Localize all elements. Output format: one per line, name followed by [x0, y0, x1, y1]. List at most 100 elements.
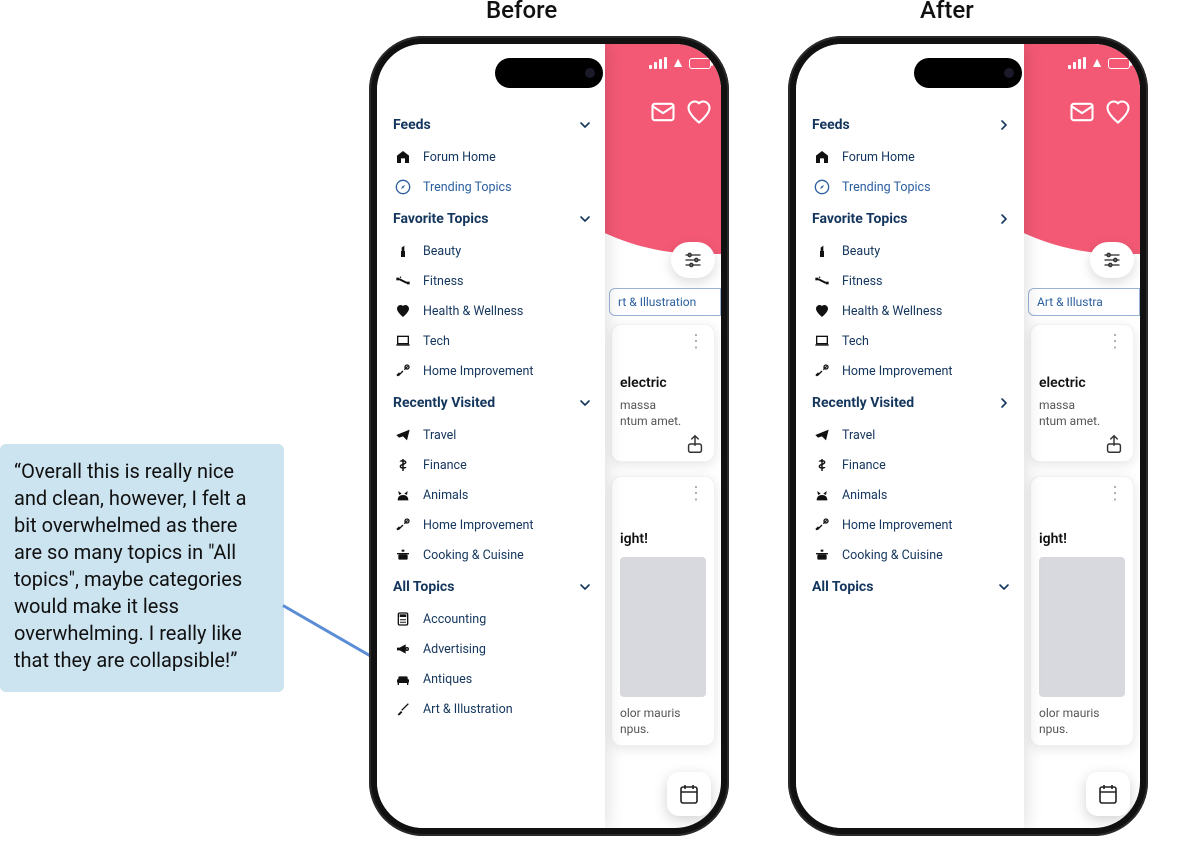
inbox-icon[interactable] [649, 98, 677, 126]
chevron-down-icon [577, 117, 593, 133]
filter-button[interactable] [671, 242, 715, 278]
card-title: ight! [1039, 531, 1125, 547]
sidebar-item[interactable]: Trending Topics [796, 172, 1024, 202]
chevron-right-icon [996, 395, 1012, 411]
status-bar: ▲ [1068, 56, 1130, 70]
sidebar-item-label: Health & Wellness [423, 304, 523, 319]
sidebar-item[interactable]: Forum Home [796, 142, 1024, 172]
section-label: Favorite Topics [812, 211, 907, 227]
favorites-icon[interactable] [685, 98, 713, 126]
sidebar-item[interactable]: Animals [796, 480, 1024, 510]
battery-icon [689, 58, 711, 69]
sidebar-item-label: Accounting [423, 612, 486, 627]
sidebar-item[interactable]: Cooking & Cuisine [377, 540, 605, 570]
lipstick-icon [814, 243, 830, 259]
sidebar-item-label: Forum Home [423, 150, 496, 165]
calendar-button[interactable] [1086, 772, 1130, 816]
sidebar-item-label: Tech [423, 334, 450, 349]
status-bar: ▲ [649, 56, 711, 70]
sidebar-item[interactable]: Beauty [377, 236, 605, 266]
section-feeds[interactable]: Feeds [377, 108, 605, 142]
section-recently-visited[interactable]: Recently Visited [796, 386, 1024, 420]
sidebar-item[interactable]: Cooking & Cuisine [796, 540, 1024, 570]
sidebar-item[interactable]: Tech [377, 326, 605, 356]
sidebar-item-label: Home Improvement [423, 364, 533, 379]
brush-icon [395, 701, 411, 717]
sidebar-item[interactable]: Accounting [377, 604, 605, 634]
sidebar-item[interactable]: Tech [796, 326, 1024, 356]
sidebar-item[interactable]: Antiques [377, 664, 605, 694]
sidebar-item-label: Antiques [423, 672, 472, 687]
sidebar-item[interactable]: Home Improvement [796, 510, 1024, 540]
section-all-topics[interactable]: All Topics [377, 570, 605, 604]
kebab-icon[interactable]: ⋮ [1106, 331, 1125, 352]
section-label: Recently Visited [812, 395, 914, 411]
sidebar-item-label: Trending Topics [842, 180, 931, 195]
tools-icon [395, 363, 411, 379]
sidebar-item[interactable]: Forum Home [377, 142, 605, 172]
category-chip[interactable]: rt & Illustration [609, 288, 721, 316]
section-recently-visited[interactable]: Recently Visited [377, 386, 605, 420]
sidebar-item[interactable]: Finance [796, 450, 1024, 480]
sidebar-item[interactable]: Fitness [796, 266, 1024, 296]
section-favorite-topics[interactable]: Favorite Topics [377, 202, 605, 236]
heading-before: Before [486, 0, 557, 24]
section-feeds[interactable]: Feeds [796, 108, 1024, 142]
dumbbell-icon [395, 273, 411, 289]
sidebar-item-label: Finance [423, 458, 467, 473]
heart-icon [814, 303, 830, 319]
sidebar-item[interactable]: Finance [377, 450, 605, 480]
laptop-icon [395, 333, 411, 349]
signal-icon [649, 57, 667, 69]
section-all-topics[interactable]: All Topics [796, 570, 1024, 604]
share-icon[interactable] [1103, 433, 1125, 455]
post-card[interactable]: ⋮ electric massantum amet. [611, 324, 715, 462]
sidebar-item[interactable]: Advertising [377, 634, 605, 664]
sidebar-item-label: Forum Home [842, 150, 915, 165]
sidebar-item[interactable]: Health & Wellness [796, 296, 1024, 326]
tools-icon [814, 517, 830, 533]
sidebar-item[interactable]: Home Improvement [796, 356, 1024, 386]
sidebar-item-label: Cooking & Cuisine [842, 548, 943, 563]
post-card[interactable]: ⋮ ight! olor maurisnpus. [611, 476, 715, 746]
section-label: Feeds [812, 117, 850, 133]
sidebar-item-label: Fitness [842, 274, 882, 289]
calendar-button[interactable] [667, 772, 711, 816]
sidebar-item[interactable]: Art & Illustration [377, 694, 605, 724]
sidebar-item-label: Home Improvement [842, 364, 952, 379]
home-icon [814, 149, 830, 165]
category-chip[interactable]: Art & Illustra [1028, 288, 1140, 316]
favorites-icon[interactable] [1104, 98, 1132, 126]
card-body: massantum amet. [1039, 397, 1125, 429]
sidebar-item[interactable]: Health & Wellness [377, 296, 605, 326]
sidebar-item[interactable]: Beauty [796, 236, 1024, 266]
sidebar-panel: Feeds Forum Home Trending Topics Favorite… [377, 44, 605, 828]
sidebar-item-label: Art & Illustration [423, 702, 513, 717]
post-card[interactable]: ⋮ electric massantum amet. [1030, 324, 1134, 462]
section-favorite-topics[interactable]: Favorite Topics [796, 202, 1024, 236]
kebab-icon[interactable]: ⋮ [1106, 483, 1125, 504]
sidebar-item[interactable]: Home Improvement [377, 510, 605, 540]
sidebar-item[interactable]: Trending Topics [377, 172, 605, 202]
inbox-icon[interactable] [1068, 98, 1096, 126]
battery-icon [1108, 58, 1130, 69]
card-body: massantum amet. [620, 397, 706, 429]
card-title: ight! [620, 531, 706, 547]
post-card[interactable]: ⋮ ight! olor maurisnpus. [1030, 476, 1134, 746]
sidebar-item[interactable]: Home Improvement [377, 356, 605, 386]
tools-icon [814, 363, 830, 379]
sidebar-item[interactable]: Fitness [377, 266, 605, 296]
sidebar-item[interactable]: Travel [377, 420, 605, 450]
sidebar-item[interactable]: Animals [377, 480, 605, 510]
wifi-icon: ▲ [1090, 56, 1104, 70]
dumbbell-icon [814, 273, 830, 289]
kebab-icon[interactable]: ⋮ [687, 483, 706, 504]
sidebar-item[interactable]: Travel [796, 420, 1024, 450]
filter-button[interactable] [1090, 242, 1134, 278]
share-icon[interactable] [684, 433, 706, 455]
laptop-icon [814, 333, 830, 349]
plane-icon [395, 427, 411, 443]
dollar-icon [395, 457, 411, 473]
kebab-icon[interactable]: ⋮ [687, 331, 706, 352]
pot-icon [814, 547, 830, 563]
